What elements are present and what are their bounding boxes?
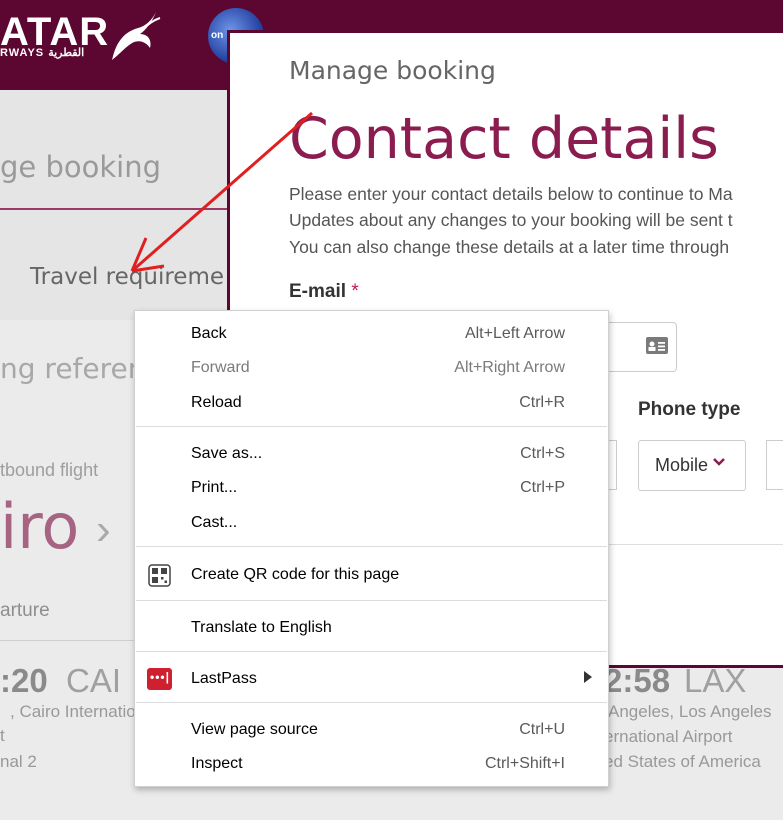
background-page-title: ge booking [0, 150, 162, 184]
chevron-down-icon [712, 454, 726, 470]
modal-instructions-line-1: Please enter your contact details below … [289, 184, 733, 204]
phone-type-value: Mobile [655, 455, 709, 475]
phone-type-label: Phone type [638, 399, 741, 420]
lastpass-icon: •••| [147, 668, 172, 690]
menu-item-inspect[interactable]: Inspect [191, 755, 243, 773]
travel-requirements-link[interactable]: Travel requireme [30, 264, 224, 290]
shortcut-save-as: Ctrl+S [520, 445, 565, 462]
departure-time: :20 [0, 662, 48, 699]
departure-label: arture [0, 600, 50, 621]
origin-city: iro [0, 490, 80, 563]
menu-item-cast[interactable]: Cast... [191, 514, 237, 532]
airline-logo-subtext: RWAYS القطرية [0, 47, 85, 59]
shortcut-reload: Ctrl+R [519, 394, 565, 411]
outbound-flight-label: tbound flight [0, 460, 99, 480]
arrival-country: ed States of America [604, 752, 761, 771]
email-label: E-mail * [289, 281, 359, 302]
arrival-airport-name: ernational Airport [604, 727, 733, 746]
menu-separator [136, 426, 607, 427]
contact-card-icon [646, 337, 668, 354]
oryx-logo-icon [112, 12, 161, 60]
modal-breadcrumb: Manage booking [289, 56, 496, 85]
modal-instructions-line-3: You can also change these details at a l… [289, 237, 730, 257]
menu-item-lastpass[interactable]: LastPass [191, 670, 257, 688]
departure-airport-name: , Cairo Internatio [10, 702, 136, 721]
departure-divider [0, 640, 140, 641]
chevron-right-icon: › [96, 505, 111, 554]
shortcut-inspect: Ctrl+Shift+I [484, 755, 565, 772]
background-title-underline [0, 208, 230, 210]
menu-separator [136, 702, 607, 703]
shortcut-view-source: Ctrl+U [519, 721, 565, 738]
modal-divider [606, 544, 783, 545]
qr-code-icon [148, 564, 171, 587]
menu-item-forward[interactable]: Forward [191, 359, 250, 377]
shortcut-forward: Alt+Right Arrow [454, 359, 565, 376]
phone-number-field[interactable] [766, 440, 783, 490]
menu-item-translate[interactable]: Translate to English [191, 619, 332, 637]
shortcut-back: Alt+Left Arrow [464, 325, 565, 342]
menu-item-create-qr-code[interactable]: Create QR code for this page [191, 566, 399, 584]
modal-title: Contact details [289, 106, 719, 172]
menu-item-view-source[interactable]: View page source [191, 721, 318, 739]
menu-item-reload[interactable]: Reload [191, 394, 242, 412]
menu-separator [136, 600, 607, 601]
shortcut-print: Ctrl+P [520, 479, 565, 496]
departure-terminal: nal 2 [0, 752, 37, 771]
menu-separator [136, 546, 607, 547]
departure-airport-name-2: t [0, 726, 5, 745]
menu-item-save-as[interactable]: Save as... [191, 445, 262, 463]
required-mark: * [351, 281, 359, 302]
submenu-arrow-icon [584, 671, 592, 683]
modal-instructions-line-2: Updates about any changes to your bookin… [289, 210, 733, 230]
context-menu [134, 310, 609, 787]
menu-item-back[interactable]: Back [191, 325, 227, 343]
menu-item-print[interactable]: Print... [191, 479, 237, 497]
arrival-city: Angeles, Los Angeles [608, 702, 772, 721]
departure-airport-code: CAI [66, 662, 122, 699]
menu-separator [136, 651, 607, 652]
